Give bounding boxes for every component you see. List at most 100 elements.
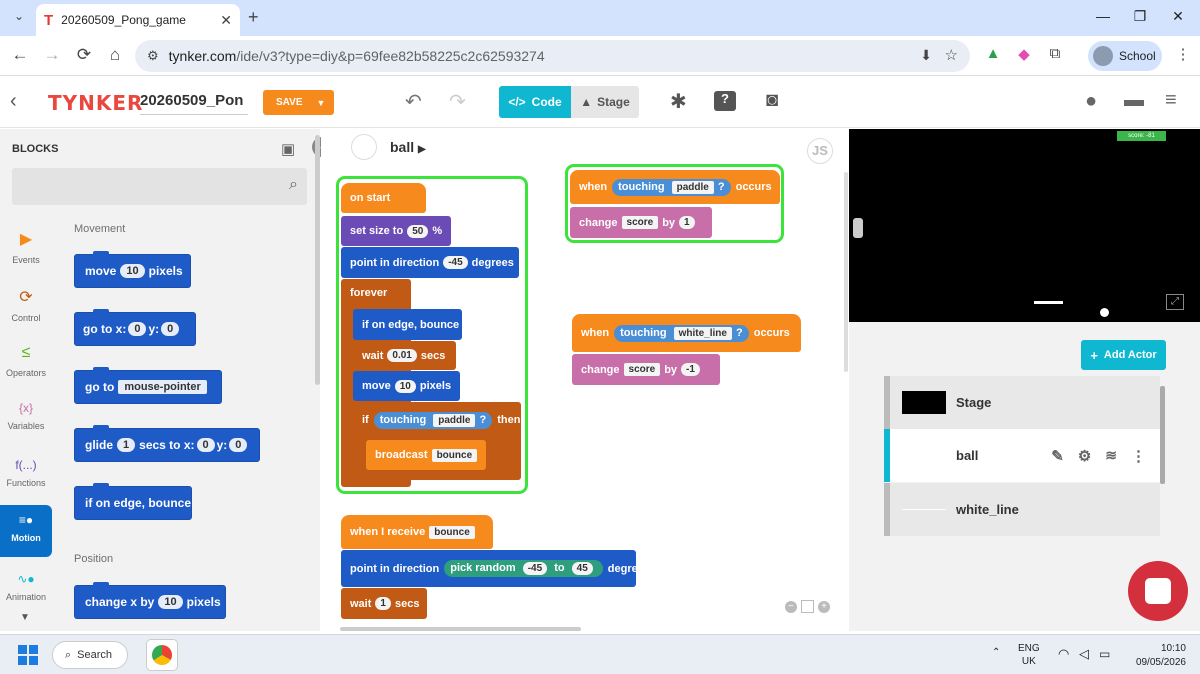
chrome-taskbar-icon[interactable] — [146, 639, 178, 671]
record-stop-button[interactable] — [1128, 561, 1188, 621]
category-events[interactable]: ▶ Events — [0, 229, 52, 265]
point-direction-block[interactable]: point in direction -45 degrees — [341, 247, 519, 278]
set-size-block[interactable]: set size to 50 % — [341, 216, 451, 246]
scroll-down-icon[interactable]: ▼ — [20, 612, 30, 623]
fullscreen-icon[interactable]: ⤢ — [1166, 294, 1184, 310]
canvas-vscrollbar[interactable] — [844, 172, 848, 372]
more-options-icon[interactable]: ⋮ — [1131, 447, 1146, 465]
block-input[interactable]: 45 — [571, 562, 593, 575]
actors-scrollbar[interactable] — [1160, 386, 1165, 484]
when-touching-paddle-block[interactable]: when touching paddle? occurs — [570, 170, 780, 204]
category-variables[interactable]: {x} Variables — [0, 401, 52, 431]
variable-dropdown[interactable]: score — [621, 216, 659, 229]
clock[interactable]: 10:10 09/05/2026 — [1128, 642, 1186, 670]
settings-gear-icon[interactable]: ⚙ — [1078, 447, 1091, 465]
block-input[interactable]: 0 — [128, 322, 147, 336]
if-edge-bounce-block[interactable]: if on edge, bounce — [353, 309, 462, 340]
broadcast-block[interactable]: broadcast bounce — [366, 440, 486, 470]
forward-icon[interactable]: → — [40, 45, 64, 65]
touching-sensor[interactable]: touching white_line? — [614, 324, 749, 342]
debug-bug-icon[interactable]: ✱ — [670, 89, 687, 114]
wifi-icon[interactable]: ◠ — [1058, 646, 1069, 662]
palette-change-x-block[interactable]: change x by 10 pixels — [74, 582, 226, 619]
url-field[interactable]: ⚙ tynker.com/ide/v3?type=diy&p=69fee82b5… — [135, 40, 970, 72]
zoom-reset-icon[interactable] — [801, 600, 814, 613]
layers-icon[interactable]: ≋ — [1105, 447, 1117, 464]
category-motion[interactable]: ≡● Motion — [0, 505, 52, 557]
palette-goto-mouse-block[interactable]: go to mouse-pointer — [74, 367, 222, 404]
tab-search-icon[interactable]: ⌄ — [10, 9, 28, 27]
block-input[interactable]: 10 — [394, 379, 416, 393]
palette-glide-block[interactable]: glide 1 secs to x: 0 y: 0 — [74, 425, 260, 462]
help-icon[interactable]: ? — [714, 91, 736, 111]
when-i-receive-block[interactable]: when I receive bounce — [341, 515, 493, 549]
block-input[interactable]: -1 — [681, 363, 700, 376]
on-start-block[interactable]: on start — [341, 183, 426, 213]
reload-icon[interactable]: ⟳ — [72, 45, 96, 65]
touching-sensor[interactable]: touching paddle? — [612, 178, 731, 196]
backpack-icon[interactable]: ◙ — [766, 89, 778, 112]
taskbar-search[interactable]: ⌕ Search — [52, 641, 128, 669]
bookmark-star-icon[interactable]: ☆ — [945, 46, 958, 64]
chat-icon[interactable]: ▬ — [1124, 89, 1144, 112]
js-toggle-button[interactable]: JS — [807, 138, 833, 164]
palette-scrollbar[interactable] — [315, 135, 320, 385]
close-tab-icon[interactable]: ✕ — [220, 12, 232, 29]
install-app-icon[interactable]: ⬇ — [920, 47, 932, 64]
stage-collapse-handle[interactable] — [853, 218, 863, 238]
drive-icon[interactable]: ▲ — [982, 45, 1004, 62]
point-random-direction-block[interactable]: point in direction pick random -45 to 45… — [341, 550, 650, 587]
category-functions[interactable]: f(...) Functions — [0, 458, 52, 488]
block-input[interactable]: 10 — [120, 264, 145, 278]
blocks-search-input[interactable]: ⌕ — [12, 168, 307, 205]
actor-row-stage[interactable]: Stage — [884, 376, 1160, 429]
redo-icon[interactable]: ↷ — [449, 89, 466, 114]
block-input[interactable]: -45 — [443, 256, 468, 269]
close-window-icon[interactable]: ✕ — [1163, 8, 1193, 25]
block-dropdown[interactable]: mouse-pointer — [118, 380, 207, 394]
palette-edge-bounce-block[interactable]: if on edge, bounce — [74, 483, 192, 520]
user-account-icon[interactable]: ● — [1085, 90, 1097, 113]
maximize-icon[interactable]: ❐ — [1125, 8, 1155, 25]
back-icon[interactable]: ← — [8, 45, 32, 65]
change-score-plus-block[interactable]: change score by 1 — [570, 207, 712, 238]
block-input[interactable]: 0.01 — [387, 349, 417, 362]
block-dropdown[interactable]: bounce — [429, 525, 475, 539]
block-library-icon[interactable]: ▣ — [281, 140, 295, 158]
extension-screencast-icon[interactable]: ◆ — [1013, 45, 1035, 63]
move-block[interactable]: move 10 pixels — [353, 371, 460, 401]
block-input[interactable]: -45 — [522, 562, 548, 575]
back-arrow-icon[interactable]: ‹ — [10, 90, 17, 113]
zoom-out-icon[interactable]: − — [785, 601, 797, 613]
minimize-icon[interactable]: — — [1088, 8, 1118, 24]
pick-random-operator[interactable]: pick random -45 to 45 — [444, 560, 603, 577]
block-input[interactable]: 1 — [117, 438, 136, 452]
palette-goto-xy-block[interactable]: go to x: 0 y: 0 — [74, 309, 196, 346]
new-tab-button[interactable]: + — [248, 7, 259, 28]
block-dropdown[interactable]: paddle — [433, 413, 476, 427]
block-input[interactable]: 0 — [196, 438, 215, 452]
windows-start-icon[interactable] — [18, 645, 38, 665]
extensions-icon[interactable]: ⧉ — [1044, 45, 1066, 62]
save-dropdown-icon[interactable]: ▼ — [317, 98, 326, 108]
edit-pencil-icon[interactable]: ✎ — [1051, 447, 1064, 465]
stage-tab-button[interactable]: ▲ Stage — [571, 86, 639, 118]
browser-menu-icon[interactable]: ⋮ — [1172, 45, 1194, 63]
profile-button[interactable]: School — [1088, 41, 1162, 71]
actor-row-ball[interactable]: ball ✎ ⚙ ≋ ⋮ — [884, 429, 1160, 482]
block-input[interactable]: 50 — [407, 224, 429, 238]
palette-move-block[interactable]: move 10 pixels — [74, 251, 191, 288]
touching-sensor[interactable]: touching paddle? — [373, 411, 493, 429]
category-operators[interactable]: ≤ Operators — [0, 344, 52, 378]
tray-overflow-icon[interactable]: ⌃ — [992, 647, 1000, 658]
menu-icon[interactable]: ≡ — [1165, 89, 1177, 112]
volume-icon[interactable]: ◁ — [1079, 646, 1089, 662]
block-dropdown[interactable]: bounce — [431, 448, 478, 462]
current-actor-name[interactable]: ball ▶ — [390, 139, 426, 155]
block-input[interactable]: 1 — [375, 597, 391, 610]
block-input[interactable]: 0 — [161, 322, 180, 336]
canvas-hscrollbar[interactable] — [340, 627, 581, 631]
block-input[interactable]: 10 — [158, 595, 183, 609]
zoom-in-icon[interactable]: + — [818, 601, 830, 613]
block-input[interactable]: 1 — [679, 216, 695, 229]
